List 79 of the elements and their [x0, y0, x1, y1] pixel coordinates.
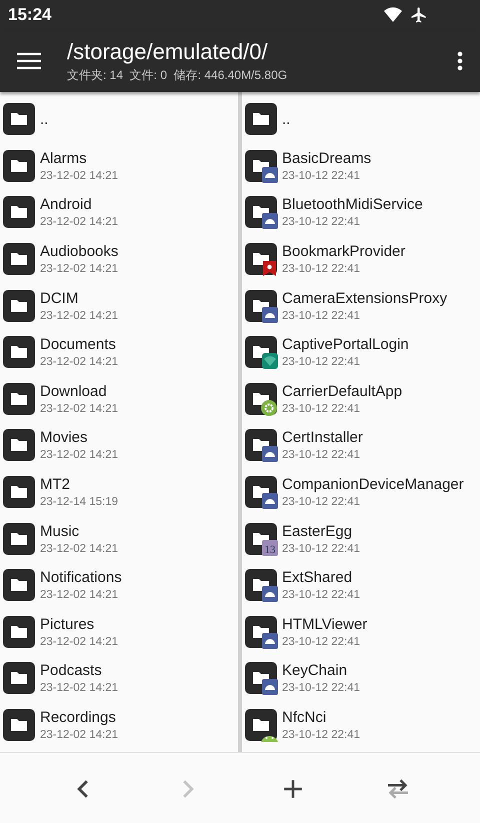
folder-android-icon: [244, 475, 278, 510]
modified-date: 23-10-12 22:41: [282, 729, 360, 742]
folder-android-icon: [244, 148, 278, 183]
modified-date: 23-10-12 22:41: [282, 449, 362, 462]
folder-name[interactable]: Android: [40, 196, 118, 214]
folder-name[interactable]: EasterEgg: [282, 522, 360, 540]
folder-name[interactable]: DCIM: [40, 290, 118, 307]
folder-name[interactable]: CompanionDeviceManager: [282, 476, 464, 494]
swap-arrows-icon: [386, 778, 410, 798]
modified-date: 23-10-12 22:41: [282, 356, 362, 368]
modified-date: 23-12-02 14:21: [40, 356, 118, 368]
airplane-icon: [410, 6, 428, 24]
modified-date: 23-10-12 22:41: [282, 636, 362, 648]
modified-date: 23-12-02 14:21: [40, 310, 118, 322]
more-vertical-icon: [457, 51, 463, 71]
wifi-icon: [384, 7, 402, 23]
folder-name[interactable]: Notifications: [40, 569, 122, 586]
modified-date: 23-10-12 22:41: [282, 216, 362, 228]
folder-name[interactable]: Audiobooks: [40, 243, 118, 260]
storage-summary: 文件夹: 14 文件: 0 储存: 446.40M/5.80G: [67, 66, 288, 84]
folder-name[interactable]: Download: [40, 382, 118, 400]
folder-android-icon: [244, 428, 278, 462]
folder-android-icon: [244, 195, 278, 230]
folder-android-icon: [244, 708, 278, 742]
chevron-left-icon: [76, 780, 88, 798]
modified-date: 23-12-02 14:21: [40, 216, 118, 228]
modified-date: 23-12-02 14:21: [40, 589, 120, 602]
plus-icon: [282, 778, 302, 798]
folder-name[interactable]: NfcNci: [282, 709, 360, 726]
folder-name[interactable]: Alarms: [40, 150, 118, 167]
folder-wifi-icon: [244, 335, 278, 370]
modified-date: 23-10-12 22:41: [282, 310, 362, 322]
folder-name[interactable]: ..: [282, 110, 290, 128]
menu-icon: [17, 52, 41, 70]
folder-gear-icon: [244, 382, 278, 416]
modified-date: 23-12-02 14:21: [40, 542, 118, 555]
modified-date: 23-10-12 22:41: [282, 589, 360, 602]
modified-date: 23-10-12 22:41: [282, 263, 362, 276]
folder-name[interactable]: KeyChain: [282, 662, 360, 680]
folder-name[interactable]: BasicDreams: [282, 150, 372, 167]
folder-name[interactable]: Music: [40, 522, 118, 540]
modified-date: 23-10-12 22:41: [282, 496, 362, 508]
folder-name[interactable]: CertInstaller: [282, 429, 363, 446]
current-path: /storage/emulated/0/: [67, 38, 269, 64]
folder-name[interactable]: Documents: [40, 336, 118, 354]
modified-date: 23-12-02 14:21: [40, 449, 118, 462]
modified-date: 23-10-12 22:41: [282, 402, 362, 415]
folder-name[interactable]: Podcasts: [40, 662, 118, 680]
folder-name[interactable]: ExtShared: [282, 569, 360, 586]
folder-name[interactable]: ..: [40, 110, 48, 128]
modified-date: 23-10-12 22:41: [282, 170, 362, 182]
modified-date: 23-12-02 14:21: [40, 636, 118, 648]
folder-name[interactable]: CarrierDefaultApp: [282, 382, 402, 400]
modified-date: 23-12-14 15:19: [40, 496, 118, 508]
folder-name[interactable]: Movies: [40, 429, 118, 446]
status-time: 15:24: [8, 5, 52, 25]
folder-name[interactable]: MT2: [40, 476, 118, 494]
folder-name[interactable]: BluetoothMidiService: [282, 196, 423, 214]
folder-android-icon: [244, 288, 278, 323]
folder-android-icon: [244, 568, 278, 602]
folder-android-icon: [244, 661, 278, 696]
chevron-right-icon: [182, 780, 194, 798]
folder-name[interactable]: Pictures: [40, 616, 118, 633]
folder-name[interactable]: Recordings: [40, 709, 118, 726]
folder-number-icon: 13: [244, 522, 278, 556]
modified-date: 23-12-02 14:21: [40, 402, 118, 415]
folder-name[interactable]: HTMLViewer: [282, 616, 368, 633]
modified-date: 23-10-12 22:41: [282, 542, 360, 555]
folder-bookmark-icon: [244, 242, 278, 276]
modified-date: 23-12-02 14:21: [40, 729, 118, 742]
folder-name[interactable]: CameraExtensionsProxy: [282, 290, 448, 307]
modified-date: 23-12-02 14:21: [40, 170, 118, 182]
folder-name[interactable]: CaptivePortalLogin: [282, 336, 409, 354]
folder-name[interactable]: BookmarkProvider: [282, 243, 406, 260]
modified-date: 23-10-12 22:41: [282, 682, 360, 694]
modified-date: 23-12-02 14:21: [40, 263, 118, 276]
folder-icon: [244, 102, 278, 136]
modified-date: 23-12-02 14:21: [40, 682, 118, 694]
folder-android-icon: [244, 614, 278, 649]
